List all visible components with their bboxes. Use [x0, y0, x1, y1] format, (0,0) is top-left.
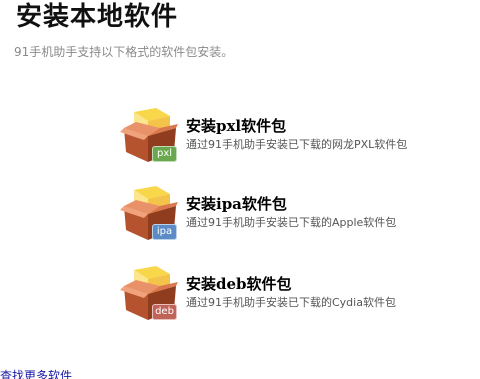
- page-subtitle: 91手机助手支持以下格式的软件包安装。: [14, 45, 234, 59]
- option-description: 通过91手机助手安装已下载的网龙PXL软件包: [186, 138, 408, 151]
- page-title: 安装本地软件: [16, 2, 179, 32]
- option-description: 通过91手机助手安装已下载的Cydia软件包: [186, 296, 396, 309]
- find-more-software-link[interactable]: 查找更多软件: [0, 368, 72, 379]
- ipa-badge: ipa: [152, 224, 177, 240]
- option-title[interactable]: 安装ipa软件包: [186, 194, 287, 214]
- install-deb-option[interactable]: deb 安装deb软件包 通过91手机助手安装已下载的Cydia软件包: [120, 266, 450, 328]
- option-title[interactable]: 安装pxl软件包: [186, 116, 286, 136]
- deb-badge: deb: [152, 304, 177, 320]
- install-ipa-option[interactable]: ipa 安装ipa软件包 通过91手机助手安装已下载的Apple软件包: [120, 186, 450, 248]
- pxl-badge: pxl: [152, 146, 177, 162]
- install-pxl-option[interactable]: pxl 安装pxl软件包 通过91手机助手安装已下载的网龙PXL软件包: [120, 108, 450, 170]
- option-description: 通过91手机助手安装已下载的Apple软件包: [186, 216, 397, 229]
- option-title[interactable]: 安装deb软件包: [186, 274, 292, 294]
